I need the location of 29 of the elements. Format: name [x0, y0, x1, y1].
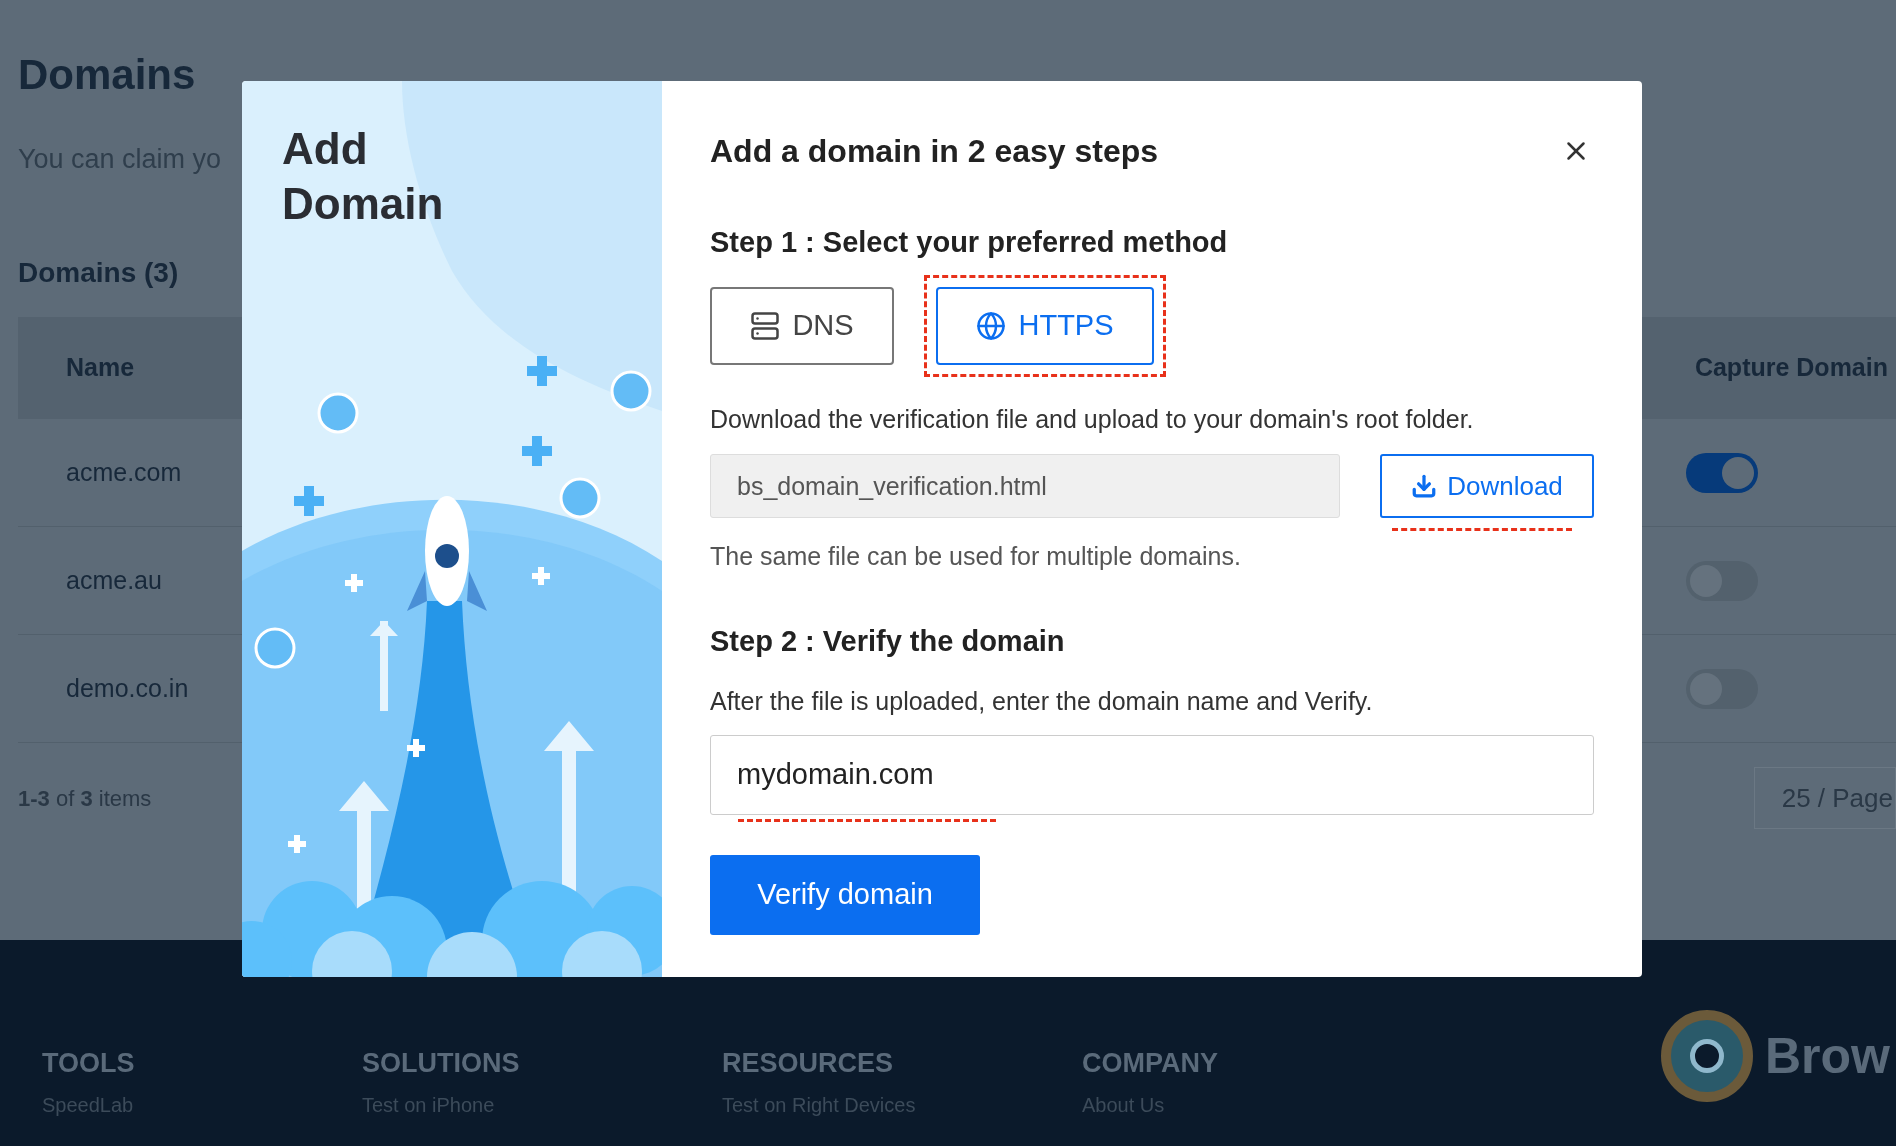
- column-header: Capture Domain: [1694, 352, 1888, 384]
- verify-domain-button[interactable]: Verify domain: [710, 854, 980, 935]
- download-button[interactable]: Download: [1380, 454, 1594, 518]
- step-title: Step 1 : Select your preferred method: [710, 225, 1229, 260]
- domain-input-field[interactable]: mydomain.com: [710, 734, 1594, 815]
- footer-heading: TOOLS: [42, 1050, 136, 1077]
- footer-heading: SOLUTIONS: [362, 1050, 521, 1077]
- brand-name: Brow: [1765, 1026, 1890, 1086]
- server-icon: [750, 310, 781, 341]
- footer-heading: COMPANY: [1082, 1050, 1219, 1077]
- step-title: Step 2 : Verify the domain: [710, 623, 1066, 659]
- globe-icon: [976, 310, 1007, 341]
- table-cell-text: demo.co.in: [66, 672, 189, 704]
- file-name-field[interactable]: bs_domain_verification.html: [710, 454, 1340, 518]
- page-title: Domains: [18, 54, 196, 96]
- method-tab[interactable]: DNS: [710, 286, 894, 365]
- step-description: Download the verification file and upload to your domain's root folder.: [710, 403, 1475, 435]
- toggle-switch[interactable]: [1686, 452, 1758, 493]
- column-header: Name: [66, 352, 135, 384]
- dialog-side-title: Add Domain: [282, 123, 445, 230]
- footer-heading: RESOURCES: [722, 1050, 895, 1077]
- method-tab[interactable]: HTTPS: [936, 286, 1154, 365]
- step-note: The same file can be used for multiple domains.: [710, 541, 1242, 572]
- dialog-title: Add a domain in 2 easy steps: [710, 132, 1159, 171]
- table-cell-text: acme.com: [66, 456, 182, 488]
- download-icon: [1411, 473, 1438, 499]
- table-cell-text: acme.au: [66, 564, 162, 596]
- section-title: Domains (3): [18, 259, 179, 287]
- step-description: After the file is uploaded, enter the domain name and Verify.: [710, 686, 1374, 717]
